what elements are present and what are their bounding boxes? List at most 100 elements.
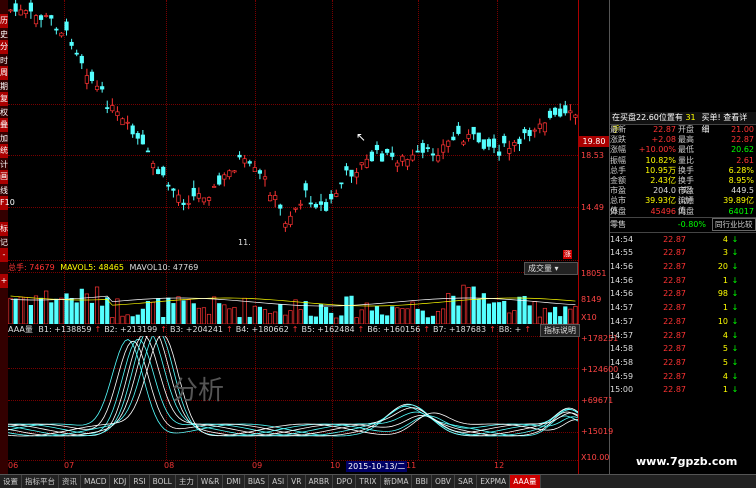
quote-row: 涨幅 +10.00% 最低 20.62 xyxy=(610,145,756,155)
left-tool-tab[interactable]: 叠加 xyxy=(0,118,8,143)
volume-bar xyxy=(288,310,293,324)
indicator-tab[interactable]: W&R xyxy=(198,475,224,488)
indicator-tab[interactable]: VR xyxy=(288,475,306,488)
tick-time: 14:57 xyxy=(610,303,634,313)
candle-body xyxy=(49,15,54,19)
candle-body xyxy=(339,182,344,185)
candle-body xyxy=(405,159,410,167)
candlestick-chart[interactable] xyxy=(8,0,578,260)
volume-bar xyxy=(161,317,166,324)
volume-chart[interactable] xyxy=(8,274,578,324)
candle-body xyxy=(94,85,100,90)
indicator-tab[interactable]: 指标平台 xyxy=(22,475,59,488)
indicator-tab[interactable]: KDJ xyxy=(110,475,131,488)
left-tool-tab[interactable]: 统计 xyxy=(0,144,8,169)
quote-value: 20.62 xyxy=(731,145,754,155)
left-tool-tab[interactable]: 周期 xyxy=(0,66,8,91)
indicator-tab[interactable]: AAA量 xyxy=(510,475,541,488)
candle-body xyxy=(354,172,359,178)
volume-bar xyxy=(547,312,553,324)
grid-line xyxy=(8,260,578,261)
indicator-tab[interactable]: DPO xyxy=(333,475,357,488)
indicator-tab[interactable]: 资讯 xyxy=(59,475,81,488)
volume-bar xyxy=(527,305,532,324)
indicator-line xyxy=(8,339,578,437)
candle-body xyxy=(100,86,105,90)
candle-body xyxy=(568,110,573,114)
candle-body xyxy=(227,170,232,178)
volume-bar xyxy=(400,308,405,324)
indicator-tab[interactable]: EXPMA xyxy=(477,475,511,488)
indicator-tab[interactable]: 主力 xyxy=(176,475,198,488)
candle-body xyxy=(130,125,135,135)
grid-line xyxy=(8,460,578,461)
indicator-tab[interactable]: BOLL xyxy=(150,475,176,488)
tick-volume: 4 xyxy=(722,234,728,244)
down-arrow-icon: ↓ xyxy=(731,303,739,313)
tick-row: 14:54 22.87 4 ↓ xyxy=(610,233,756,247)
volume-bar xyxy=(476,299,481,324)
up-arrow-icon: ↑ xyxy=(160,325,167,334)
tick-volume: 5 xyxy=(722,357,728,367)
volume-bar xyxy=(8,297,13,324)
volume-bar xyxy=(105,297,110,324)
indicator-tab[interactable]: ARBR xyxy=(306,475,334,488)
candle-body xyxy=(84,75,89,84)
candle-body xyxy=(257,170,263,174)
volume-bar xyxy=(171,303,176,324)
candle-body xyxy=(156,169,161,175)
indicator-tab[interactable]: MACD xyxy=(81,475,111,488)
sector-compare-button[interactable]: 同行业比较 xyxy=(712,218,756,232)
volume-bar xyxy=(100,305,105,324)
order-notice-text: 在买盘22.60位置有 xyxy=(612,113,683,122)
indicator-tab[interactable]: SAR xyxy=(455,475,478,488)
candle-body xyxy=(451,136,456,141)
indicator-line xyxy=(8,336,578,437)
left-tool-tab[interactable]: + xyxy=(0,274,8,288)
indicator-tab[interactable]: 新DMA xyxy=(381,475,413,488)
candle-body xyxy=(441,144,446,153)
candle-body xyxy=(364,158,369,168)
left-tool-tab[interactable]: F10 xyxy=(0,196,15,210)
indicator-tab[interactable]: RSI xyxy=(130,475,150,488)
indicator-tab[interactable]: DMI xyxy=(223,475,245,488)
tick-price: 22.87 xyxy=(663,248,686,258)
tick-time: 14:54 xyxy=(610,234,634,244)
volume-bar xyxy=(217,303,222,324)
indicator-tab[interactable]: ASI xyxy=(269,475,289,488)
candle-body xyxy=(298,203,303,206)
indicator-tab[interactable]: 设置 xyxy=(0,475,22,488)
candle-body xyxy=(191,187,196,197)
left-tool-tab[interactable]: 标记 xyxy=(0,222,8,247)
indicator-tab[interactable]: TRIX xyxy=(356,475,381,488)
volume-bar xyxy=(537,316,542,324)
tick-price: 22.87 xyxy=(663,344,686,354)
volume-bar xyxy=(125,314,130,324)
date-label: 10 xyxy=(330,461,341,470)
indicator-tab[interactable]: BBI xyxy=(412,475,432,488)
view-detail-link[interactable]: 买单! 查看详细 xyxy=(702,112,755,134)
candle-body xyxy=(420,143,425,153)
left-tool-tab[interactable]: 分时 xyxy=(0,40,8,65)
left-tool-tab[interactable]: 复权 xyxy=(0,92,8,117)
volume-bar xyxy=(166,297,171,324)
candle-body xyxy=(517,138,522,145)
quote-label: 外盘 xyxy=(610,206,626,216)
cursor-icon: ↖ xyxy=(356,130,367,144)
indicator-tab[interactable]: OBV xyxy=(432,475,455,488)
left-tool-tab[interactable]: 画线 xyxy=(0,170,8,195)
site-watermark: www.7gpzb.com xyxy=(636,455,738,468)
indicator-chart[interactable] xyxy=(8,336,578,460)
left-tool-tab[interactable]: - xyxy=(0,248,8,262)
volume-bar xyxy=(303,301,308,324)
volume-bar xyxy=(247,316,252,324)
volume-bar xyxy=(563,306,568,324)
volume-ma10: MAVOL10: 47769 xyxy=(129,263,199,272)
indicator-tab[interactable]: BIAS xyxy=(245,475,270,488)
candle-body xyxy=(486,139,492,147)
quote-row: 振幅 10.82% 量比 2.61 xyxy=(610,156,756,166)
volume-bar xyxy=(456,305,461,324)
candle-body xyxy=(491,138,497,148)
left-tool-tab[interactable]: 历史 xyxy=(0,14,8,39)
tick-price: 22.87 xyxy=(663,289,686,299)
